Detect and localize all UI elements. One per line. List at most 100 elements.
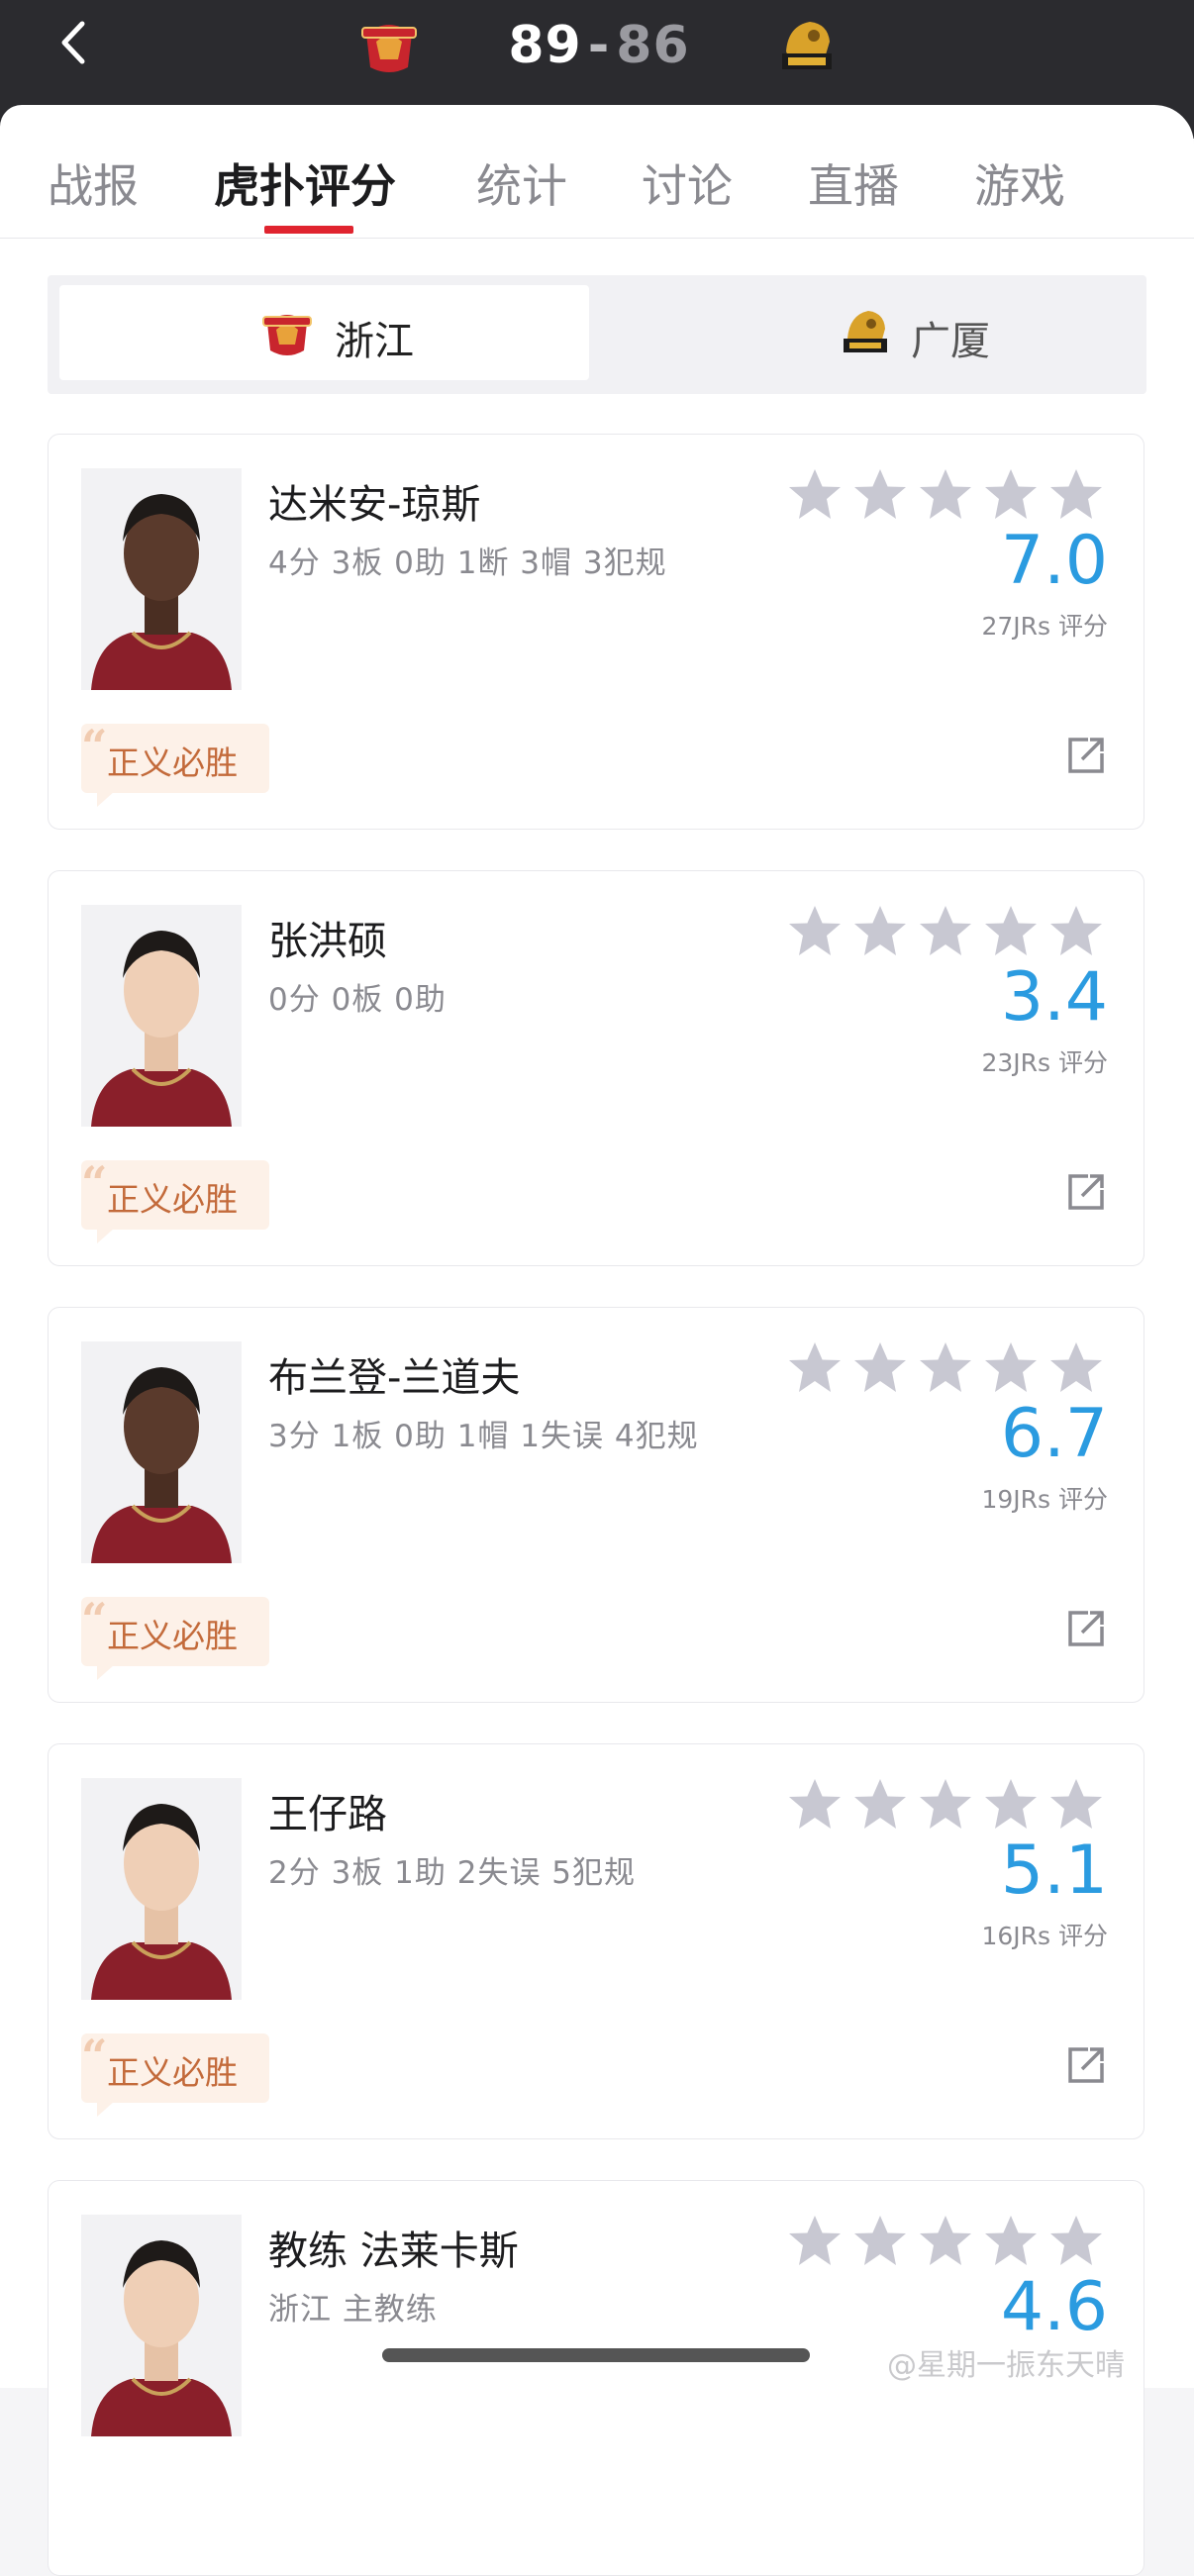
home-team-logo-icon: [361, 25, 417, 72]
player-stats: 2分 3板 1助 2失误 5犯规: [268, 1855, 637, 1891]
player-card[interactable]: 王仔路 2分 3板 1助 2失误 5犯规 5.1 16JRs 评分 “正义必胜: [48, 1743, 1144, 2139]
star-icon[interactable]: [985, 906, 1037, 955]
player-rating-score: 4.6: [1000, 2268, 1108, 2346]
rating-stars[interactable]: [786, 464, 1105, 522]
star-icon[interactable]: [1050, 2216, 1102, 2265]
player-photo: [81, 1778, 242, 2000]
player-name: 教练 法莱卡斯: [268, 2229, 519, 2274]
team-switch-guangsha[interactable]: 广厦: [602, 285, 1137, 380]
quote-icon: “: [81, 720, 108, 773]
rating-stars[interactable]: [786, 1774, 1105, 1832]
share-icon[interactable]: [1064, 1607, 1108, 1650]
player-name: 布兰登-兰道夫: [268, 1355, 521, 1401]
player-card[interactable]: 达米安-琼斯 4分 3板 0助 1断 3帽 3犯规 7.0 27JRs 评分 “正义必胜: [48, 434, 1144, 830]
tab-games[interactable]: 游戏: [974, 150, 1065, 216]
quote-icon: “: [81, 1593, 108, 1646]
score-separator: -: [587, 16, 611, 75]
tab-discussion[interactable]: 讨论: [642, 150, 733, 216]
player-name: 张洪硕: [268, 919, 387, 964]
star-icon[interactable]: [985, 1779, 1037, 1829]
star-icon[interactable]: [854, 2216, 906, 2265]
top-comment-text: 正义必胜: [107, 1180, 238, 1219]
rating-count: 27JRs 评分: [981, 612, 1108, 641]
speech-tail: [97, 1228, 115, 1243]
star-icon[interactable]: [920, 906, 971, 955]
star-icon[interactable]: [789, 1342, 841, 1392]
player-photo: [81, 905, 242, 1127]
rating-count: 19JRs 评分: [981, 1485, 1108, 1514]
player-name: 达米安-琼斯: [268, 482, 481, 528]
player-stats: 3分 1板 0助 1帽 1失误 4犯规: [268, 1419, 699, 1454]
star-icon[interactable]: [854, 1342, 906, 1392]
star-icon[interactable]: [1050, 906, 1102, 955]
star-icon[interactable]: [789, 469, 841, 519]
share-icon[interactable]: [1064, 734, 1108, 777]
away-team-logo-icon: [782, 22, 832, 69]
top-comment-text: 正义必胜: [107, 743, 238, 782]
star-icon[interactable]: [854, 469, 906, 519]
top-comment-text: 正义必胜: [107, 1617, 238, 1655]
star-icon[interactable]: [854, 1779, 906, 1829]
weibo-watermark: @星期一振东天晴: [887, 2348, 1125, 2383]
player-photo: [81, 468, 242, 690]
star-icon[interactable]: [920, 2216, 971, 2265]
team-switch-zhejiang[interactable]: 浙江: [59, 285, 589, 380]
top-comment-tag[interactable]: “正义必胜: [81, 1593, 269, 1680]
home-score: 89: [508, 16, 582, 75]
rating-stars[interactable]: [786, 1338, 1105, 1395]
away-score: 86: [616, 16, 690, 75]
quote-icon: “: [81, 2030, 108, 2083]
top-comment-text: 正义必胜: [107, 2053, 238, 2092]
tab-live[interactable]: 直播: [808, 150, 899, 216]
quote-icon: “: [81, 1156, 108, 1210]
player-stats: 4分 3板 0助 1断 3帽 3犯规: [268, 545, 667, 581]
star-icon[interactable]: [985, 469, 1037, 519]
player-stats: 浙江 主教练: [268, 2292, 438, 2328]
player-stats: 0分 0板 0助: [268, 982, 447, 1018]
tab-hupu-rating[interactable]: 虎扑评分: [214, 150, 396, 216]
player-card[interactable]: 张洪硕 0分 0板 0助 3.4 23JRs 评分 “正义必胜: [48, 870, 1144, 1266]
top-comment-tag[interactable]: “正义必胜: [81, 1156, 269, 1243]
tab-stats[interactable]: 统计: [476, 150, 567, 216]
top-comment-tag[interactable]: “正义必胜: [81, 720, 269, 807]
player-card[interactable]: 布兰登-兰道夫 3分 1板 0助 1帽 1失误 4犯规 6.7 19JRs 评分 “正义…: [48, 1307, 1144, 1703]
player-rating-score: 6.7: [1000, 1395, 1108, 1473]
guangsha-logo-icon: [844, 311, 887, 352]
rating-stars[interactable]: [786, 901, 1105, 958]
team-name-other: 广厦: [911, 319, 990, 364]
share-icon[interactable]: [1064, 1170, 1108, 1214]
star-icon[interactable]: [789, 2216, 841, 2265]
scoreboard: 89-86: [495, 16, 703, 75]
star-icon[interactable]: [1050, 1779, 1102, 1829]
team-name-selected: 浙江: [335, 319, 414, 364]
back-arrow-icon[interactable]: [54, 18, 94, 67]
player-photo: [81, 1341, 242, 1563]
star-icon[interactable]: [789, 906, 841, 955]
star-icon[interactable]: [985, 1342, 1037, 1392]
player-rating-score: 5.1: [1000, 1832, 1108, 1910]
star-icon[interactable]: [920, 469, 971, 519]
star-icon[interactable]: [1050, 1342, 1102, 1392]
speech-tail: [97, 2101, 115, 2117]
top-comment-tag[interactable]: “正义必胜: [81, 2030, 269, 2117]
active-tab-indicator: [264, 226, 353, 234]
tab-bar: 战报 虎扑评分 统计 讨论 直播 游戏: [0, 105, 1194, 239]
player-name: 王仔路: [268, 1792, 387, 1837]
zhejiang-logo-icon: [262, 315, 312, 355]
star-icon[interactable]: [854, 906, 906, 955]
star-icon[interactable]: [789, 1779, 841, 1829]
rating-count: 16JRs 评分: [981, 1922, 1108, 1950]
star-icon[interactable]: [920, 1779, 971, 1829]
player-photo: [81, 2215, 242, 2436]
star-icon[interactable]: [985, 2216, 1037, 2265]
home-indicator[interactable]: [382, 2348, 810, 2362]
rating-count: 23JRs 评分: [981, 1048, 1108, 1077]
share-icon[interactable]: [1064, 2043, 1108, 2087]
player-rating-score: 7.0: [1000, 522, 1108, 600]
tab-report[interactable]: 战报: [48, 150, 139, 216]
speech-tail: [97, 791, 115, 807]
star-icon[interactable]: [920, 1342, 971, 1392]
player-rating-score: 3.4: [1000, 958, 1108, 1037]
rating-stars[interactable]: [786, 2211, 1105, 2268]
star-icon[interactable]: [1050, 469, 1102, 519]
